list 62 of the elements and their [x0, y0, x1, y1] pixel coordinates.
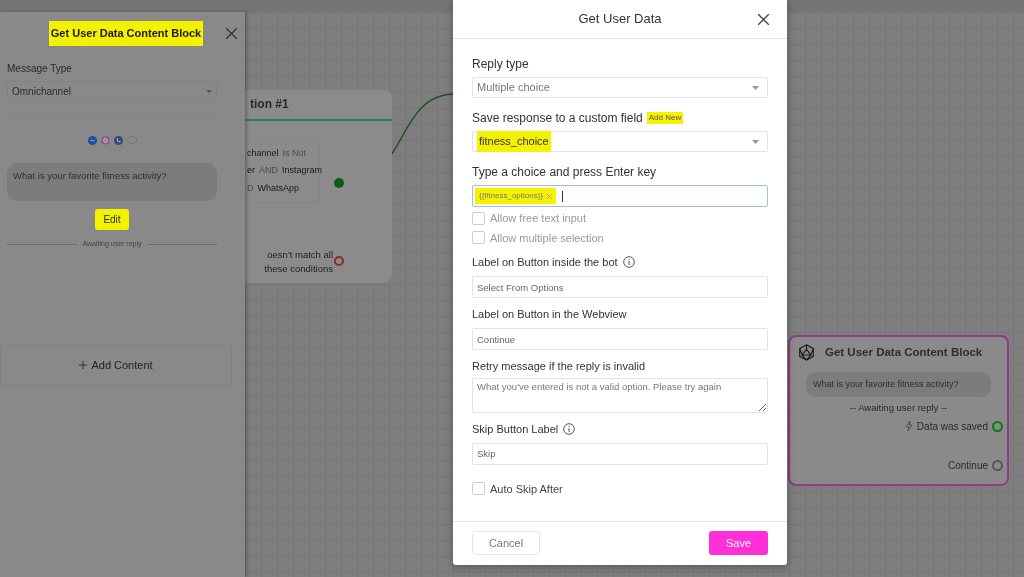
field-label: Retry message if the reply is invalid	[472, 359, 646, 374]
select-field[interactable]: fitness_choice	[472, 131, 768, 152]
awaiting-label: -- Awaiting user reply --	[848, 401, 949, 416]
else-text: oesn't match all these conditions	[263, 248, 333, 276]
lightning-icon	[904, 421, 913, 431]
output-label: Data was saved	[916, 419, 988, 434]
node-title: tion #1	[249, 96, 289, 113]
condition-text: channel	[247, 146, 279, 160]
caret-icon	[206, 89, 212, 93]
checkbox-label: Auto Skip After	[490, 481, 563, 497]
plus-icon	[79, 361, 88, 369]
field-label: Label on Button inside the bot	[472, 255, 618, 270]
checkbox-label: Allow multiple selection	[490, 230, 604, 246]
select-field[interactable]: Multiple choice	[472, 77, 768, 98]
tags-field[interactable]: {{fitness_options}}	[472, 185, 768, 207]
condition-text: Instagram	[282, 164, 323, 178]
field-label: Message Type	[7, 62, 73, 76]
condition-text: er	[247, 164, 255, 178]
field-label: Type a choice and press Enter key	[472, 164, 658, 181]
modal-title: Get User Data	[578, 10, 662, 29]
checkbox-label: Allow free text input	[490, 211, 586, 226]
tag-text: {{fitness_options}}	[479, 190, 544, 202]
input-field[interactable]: Skip	[472, 442, 768, 465]
add-content-button[interactable]: Add Content	[0, 344, 232, 386]
text-cursor	[562, 190, 564, 202]
condition-text: Is Not	[282, 146, 307, 160]
select-value: Multiple choice	[477, 80, 550, 96]
messenger-icon	[87, 136, 97, 145]
output-port[interactable]	[992, 420, 1003, 432]
add-new-link[interactable]: Add New	[646, 112, 684, 124]
output-port[interactable]	[992, 459, 1003, 471]
info-icon	[622, 256, 635, 269]
close-icon[interactable]	[758, 13, 769, 25]
select-value: fitness_choice	[477, 131, 551, 152]
save-button[interactable]: Save	[709, 531, 768, 555]
cancel-button[interactable]: Cancel	[472, 531, 540, 555]
message-type-select[interactable]: Omnichannel	[7, 81, 217, 101]
message-bubble: What is your favorite fitness activity?	[806, 372, 991, 398]
input-field[interactable]: Continue	[472, 328, 768, 350]
remove-icon[interactable]	[547, 193, 553, 199]
select-value: Omnichannel	[12, 84, 71, 99]
output-label: Continue	[947, 458, 988, 473]
caret-icon	[752, 85, 759, 90]
field-label: Reply type	[472, 56, 529, 73]
textarea-field[interactable]: What you've entered is not a valid option. Please try again	[472, 377, 768, 413]
message-bubble: What is your favorite fitness activity?	[7, 163, 217, 201]
info-icon	[563, 422, 576, 435]
phone-icon	[113, 136, 123, 145]
polyhedron-icon	[798, 344, 815, 362]
field-label: Label on Button in the Webview	[472, 307, 627, 322]
condition-text: AND	[259, 164, 279, 178]
instagram-icon	[100, 136, 110, 145]
field-label: Skip Button Label	[472, 421, 559, 437]
checkbox[interactable]	[472, 482, 485, 496]
node-title: Get User Data Content Block	[825, 345, 983, 360]
condition-text: WhatsApp	[257, 181, 300, 195]
condition-text: D	[247, 181, 254, 195]
panel-title: Get User Data Content Block	[48, 21, 204, 46]
caret-icon	[752, 139, 759, 144]
field-label: Save response to a custom field	[472, 110, 643, 127]
input-field[interactable]: Select From Options	[472, 276, 768, 298]
edit-button[interactable]: Edit	[95, 209, 129, 230]
